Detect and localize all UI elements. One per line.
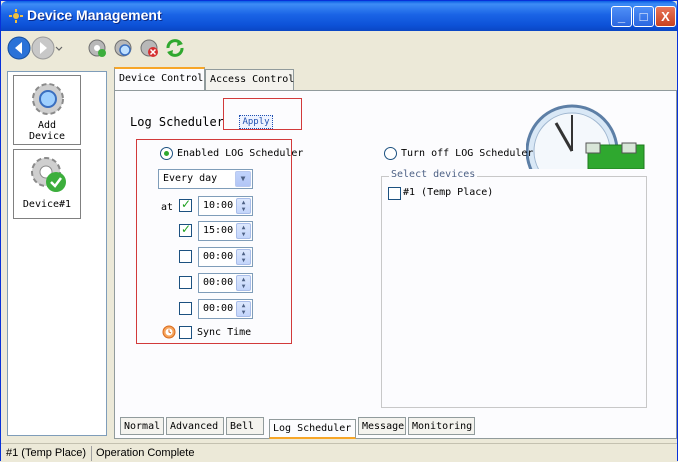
sync-time-checkbox[interactable] <box>179 326 192 339</box>
maximize-button[interactable]: □ <box>633 6 654 27</box>
status-bar: #1 (Temp Place) Operation Complete <box>1 443 677 462</box>
spinner-icon[interactable]: ▲ ▼ <box>236 223 251 239</box>
title-bar[interactable]: Device Management _ □ X <box>1 1 677 31</box>
enabled-log-radio[interactable] <box>160 147 173 160</box>
remove-device-icon[interactable] <box>137 36 161 60</box>
device-checkbox[interactable] <box>388 187 401 200</box>
apply-highlight <box>223 98 302 130</box>
select-devices-group <box>381 176 647 408</box>
clock-icon <box>526 104 645 169</box>
time-3-value: 00:00 <box>203 251 234 262</box>
time-1-checkbox[interactable] <box>179 197 192 212</box>
chevron-down-icon[interactable]: ▼ <box>235 171 251 187</box>
app-window: Device Management _ □ X Add Device Devic… <box>0 0 678 462</box>
time-5-input[interactable]: 00:00 ▲ ▼ <box>198 299 253 319</box>
enabled-log-label: Enabled LOG Scheduler <box>177 148 304 159</box>
minimize-button[interactable]: _ <box>611 6 632 27</box>
time-5-value: 00:00 <box>203 303 234 314</box>
window-title: Device Management <box>27 7 162 23</box>
tab-monitoring[interactable]: Monitoring <box>408 417 475 435</box>
device1-label: Device#1 <box>22 199 72 210</box>
spinner-icon[interactable]: ▲ ▼ <box>236 249 251 265</box>
time-4-input[interactable]: 00:00 ▲ ▼ <box>198 273 253 293</box>
time-3-checkbox[interactable] <box>179 250 192 263</box>
sidebar-item-device1[interactable]: Device#1 <box>13 149 81 219</box>
status-divider <box>91 446 92 461</box>
select-devices-legend: Select devices <box>389 169 478 180</box>
time-3-input[interactable]: 00:00 ▲ ▼ <box>198 247 253 267</box>
toolbar <box>3 32 677 64</box>
time-2-checkbox[interactable] <box>179 222 192 237</box>
status-message: Operation Complete <box>96 447 195 459</box>
settings-icon[interactable] <box>85 36 109 60</box>
sync-clock-icon <box>162 325 176 339</box>
close-icon: X <box>661 9 670 24</box>
tab-message[interactable]: Message <box>358 417 406 435</box>
log-scheduler-title: Log Scheduler <box>130 115 224 129</box>
add-device-label-2: Device <box>28 131 66 142</box>
add-device-button[interactable]: Add Device <box>13 75 81 145</box>
time-1-value: 10:00 <box>203 200 234 211</box>
minimize-icon: _ <box>617 9 626 24</box>
device-ok-icon <box>31 157 66 192</box>
app-icon <box>9 9 23 23</box>
time-4-value: 00:00 <box>203 277 234 288</box>
tab-log-scheduler[interactable]: Log Scheduler <box>269 419 356 439</box>
spinner-icon[interactable]: ▲ ▼ <box>236 301 251 317</box>
at-label: at <box>161 202 174 213</box>
device-sidebar: Add Device Device#1 <box>7 71 107 436</box>
time-4-checkbox[interactable] <box>179 276 192 289</box>
maximize-icon: □ <box>639 9 648 24</box>
spinner-icon[interactable]: ▲ ▼ <box>236 198 251 214</box>
frequency-select[interactable]: Every day ▼ <box>158 169 253 189</box>
sync-time-label: Sync Time <box>197 327 252 338</box>
search-devices-icon[interactable] <box>111 36 135 60</box>
frequency-value: Every day <box>163 173 218 184</box>
time-2-value: 15:00 <box>203 225 234 236</box>
tab-access-control[interactable]: Access Control <box>205 69 294 90</box>
turn-off-log-radio[interactable] <box>384 147 397 160</box>
device-list-item: #1 (Temp Place) <box>403 187 494 198</box>
status-device: #1 (Temp Place) <box>6 447 87 459</box>
add-device-icon <box>32 83 64 115</box>
turn-off-log-label: Turn off LOG Scheduler <box>401 148 534 159</box>
refresh-icon[interactable] <box>163 36 187 60</box>
time-5-checkbox[interactable] <box>179 302 192 315</box>
tab-advanced[interactable]: Advanced <box>166 417 224 435</box>
tab-bell[interactable]: Bell <box>226 417 264 435</box>
time-1-input[interactable]: 10:00 ▲ ▼ <box>198 196 253 216</box>
dropdown-arrow-icon[interactable] <box>55 36 63 60</box>
add-device-label-1: Add <box>37 120 57 131</box>
time-2-input[interactable]: 15:00 ▲ ▼ <box>198 221 253 241</box>
close-button[interactable]: X <box>655 6 676 27</box>
tab-normal[interactable]: Normal <box>120 417 164 435</box>
back-icon[interactable] <box>7 36 31 60</box>
forward-icon[interactable] <box>31 36 55 60</box>
tab-device-control[interactable]: Device Control <box>114 67 205 90</box>
spinner-icon[interactable]: ▲ ▼ <box>236 275 251 291</box>
